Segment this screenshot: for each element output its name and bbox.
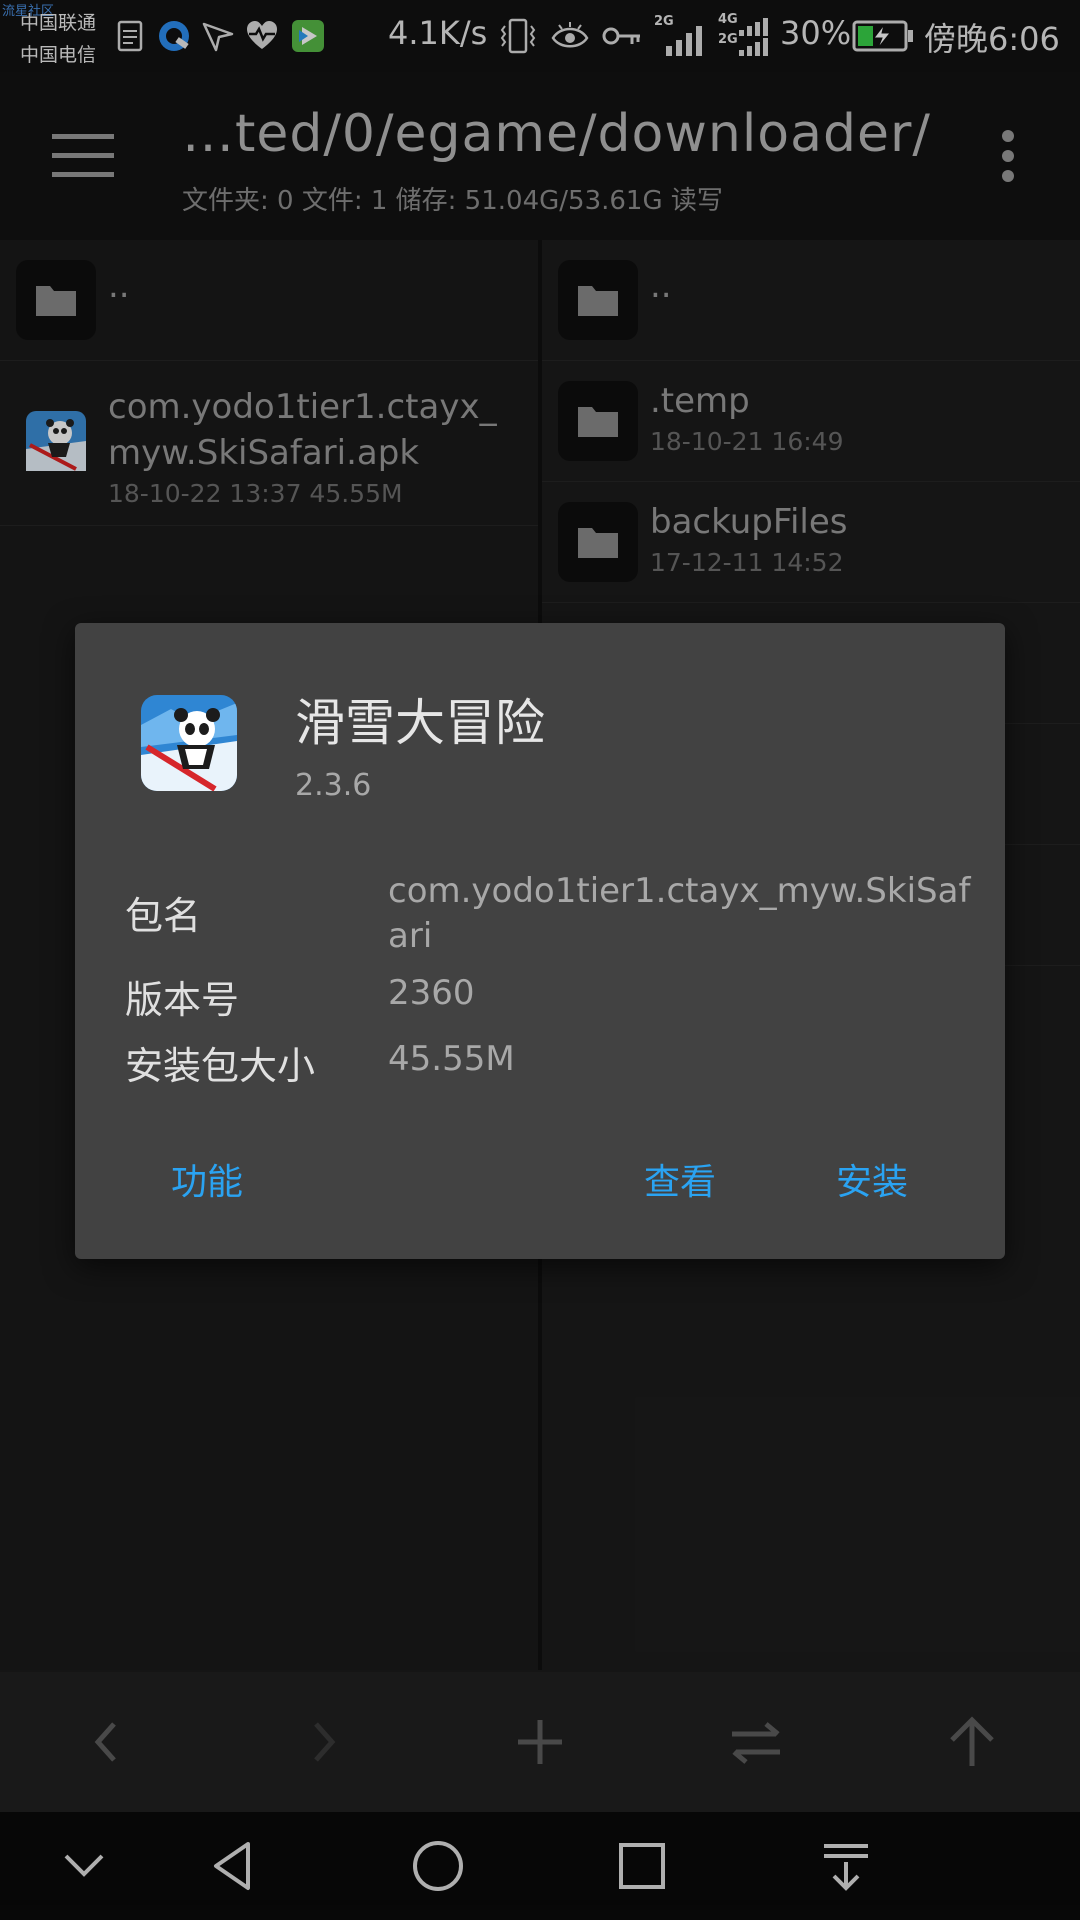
app-name: 滑雪大冒险 xyxy=(295,694,545,752)
package-name-value: com.yodo1tier1.ctayx_myw.SkiSafari xyxy=(388,871,971,956)
version-code-value: 2360 xyxy=(388,973,475,1013)
ski-safari-app-icon xyxy=(141,695,237,791)
package-name-label: 包名 xyxy=(125,894,202,938)
apk-info-dialog: 滑雪大冒险 2.3.6 包名 com.yodo1tier1.ctayx_myw.… xyxy=(75,623,1005,1259)
package-size-label: 安装包大小 xyxy=(125,1044,316,1088)
app-version: 2.3.6 xyxy=(295,768,372,803)
install-button[interactable]: 安装 xyxy=(836,1153,908,1205)
package-size-value: 45.55M xyxy=(388,1039,515,1079)
function-button[interactable]: 功能 xyxy=(171,1153,243,1205)
version-code-label: 版本号 xyxy=(125,978,240,1022)
view-button[interactable]: 查看 xyxy=(644,1153,716,1205)
